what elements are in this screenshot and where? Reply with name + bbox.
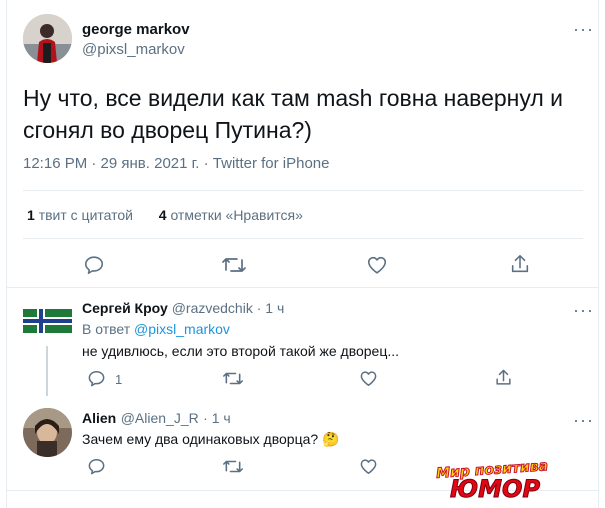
retweet-icon[interactable] (223, 457, 243, 476)
reply-author-name[interactable]: Alien (82, 410, 116, 426)
divider (23, 238, 583, 239)
more-icon[interactable]: ··· (573, 301, 594, 319)
stats-row: 1 твит с цитатой 4 отметки «Нравится» (27, 207, 303, 223)
reply-author-avatar[interactable] (23, 300, 72, 342)
like-count: 4 (158, 207, 167, 223)
share-icon[interactable] (509, 253, 531, 275)
reply-text: не удивлюсь, если это второй такой же дв… (82, 343, 400, 359)
quote-label: твит с цитатой (38, 207, 133, 223)
tweet-text: Ну что, все видели как там mash говна на… (23, 82, 583, 146)
reply-text: Зачем ему два одинаковых дворца? 🤔 (82, 431, 340, 448)
main-author-avatar[interactable] (23, 14, 72, 63)
reply-author-handle[interactable]: @razvedchik (172, 300, 253, 316)
like-icon[interactable] (359, 369, 378, 388)
tweet-thread: george markov @pixsl_markov ··· Ну что, … (6, 0, 599, 508)
tweet-text-line: сгонял во дворец Путина?) (23, 117, 312, 143)
reply-time[interactable]: · 1 ч (203, 410, 231, 426)
retweet-icon[interactable] (222, 254, 246, 276)
divider (23, 190, 583, 191)
reply-author-handle[interactable]: @Alien_J_R (121, 410, 199, 426)
like-label: отметки «Нравится» (170, 207, 303, 223)
divider (7, 287, 598, 288)
share-icon[interactable] (494, 368, 513, 387)
reply-count: 1 (115, 372, 123, 387)
reply-author-name[interactable]: Сергей Кроу (82, 300, 168, 316)
reply-to-handle[interactable]: @pixsl_markov (134, 321, 230, 337)
main-author-name[interactable]: george markov (82, 21, 190, 38)
reply-icon[interactable] (87, 369, 106, 388)
tweet-text-line: Ну что, все видели как там mash говна на… (23, 85, 564, 111)
reply-time[interactable]: · 1 ч (257, 300, 285, 316)
likes-link[interactable]: 4 отметки «Нравится» (159, 207, 303, 223)
more-icon[interactable]: ··· (573, 20, 594, 38)
thinking-emoji: 🤔 (322, 431, 340, 447)
reply-to-prefix: В ответ (82, 321, 131, 337)
quote-tweets-link[interactable]: 1 твит с цитатой (27, 207, 133, 223)
quote-count: 1 (27, 207, 35, 223)
flag-icon (23, 300, 72, 342)
reply-author-avatar[interactable] (23, 408, 72, 457)
reply-header: Alien @Alien_J_R · 1 ч (82, 410, 231, 428)
watermark-logo: Мир позитива ЮМОР (435, 458, 576, 504)
tweet-timestamp[interactable]: 12:16 PM · 29 янв. 2021 г. · Twitter for… (23, 155, 330, 172)
reply-to: В ответ @pixsl_markov (82, 321, 230, 337)
reply-text-content: Зачем ему два одинаковых дворца? (82, 431, 319, 447)
like-icon[interactable] (359, 457, 378, 476)
thread-line (46, 346, 48, 396)
retweet-icon[interactable] (223, 369, 243, 388)
reply-icon[interactable] (83, 254, 105, 276)
reply-header: Сергей Кроу @razvedchik · 1 ч (82, 300, 284, 316)
like-icon[interactable] (366, 254, 388, 276)
reply-icon[interactable] (87, 457, 106, 476)
more-icon[interactable]: ··· (573, 411, 594, 429)
main-author-handle[interactable]: @pixsl_markov (82, 41, 185, 58)
